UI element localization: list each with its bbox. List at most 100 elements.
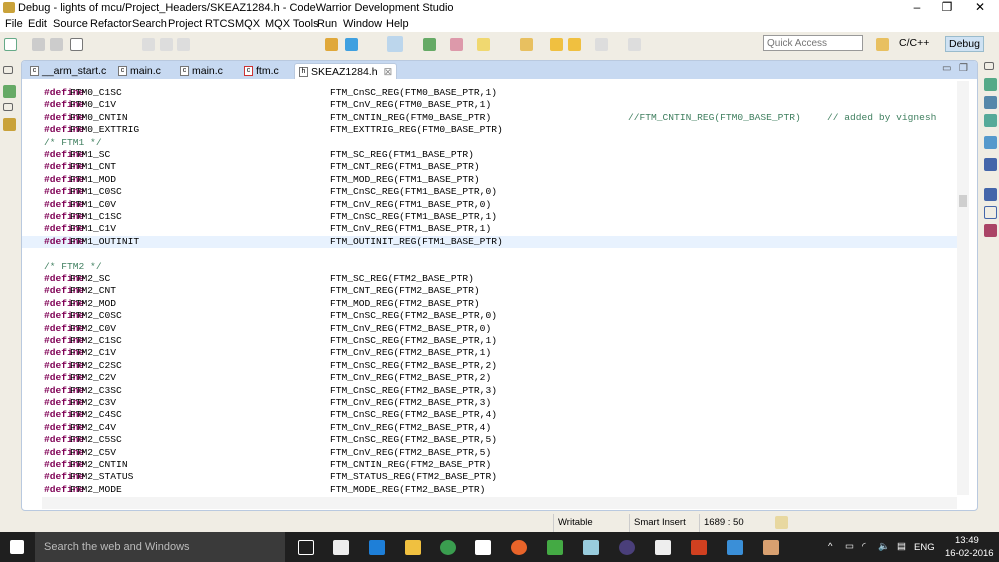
- code-area[interactable]: #define FTM0_C1SC FTM_CnSC_REG(FTM0_BASE_P…: [22, 81, 957, 507]
- tools-icon[interactable]: [547, 540, 563, 555]
- debug-icon[interactable]: [423, 38, 436, 51]
- code-line[interactable]: #define FTM2_C4SC FTM_CnSC_REG(FTM2_BASE_P…: [22, 409, 957, 421]
- windows-start-icon[interactable]: [10, 540, 24, 554]
- status-icon[interactable]: [775, 516, 788, 529]
- code-line[interactable]: #define FTM1_SC FTM_SC_REG(FTM1_BASE_PTR): [22, 149, 957, 161]
- restore-view-icon[interactable]: [3, 66, 13, 74]
- code-line[interactable]: #define FTM1_MOD FTM_MOD_REG(FTM1_BASE_PTR…: [22, 174, 957, 186]
- code-line[interactable]: #define FTM2_MOD FTM_MOD_REG(FTM2_BASE_PTR…: [22, 298, 957, 310]
- menu-help[interactable]: Help: [386, 18, 409, 30]
- pin-editor-icon[interactable]: [628, 38, 641, 51]
- office-icon[interactable]: [691, 540, 707, 555]
- menu-source[interactable]: Source: [53, 18, 88, 30]
- tab-main-c-2[interactable]: c main.c: [176, 63, 227, 79]
- save-icon[interactable]: [32, 38, 45, 51]
- code-line[interactable]: #define FTM0_CNTIN FTM_CNTIN_REG(FTM0_BASE…: [22, 112, 957, 124]
- battery-icon[interactable]: ▭: [845, 541, 854, 552]
- menu-mqx-tools[interactable]: MQX Tools: [265, 18, 319, 30]
- vertical-scrollbar[interactable]: [957, 81, 969, 495]
- next-annotation-icon[interactable]: [520, 38, 533, 51]
- code-line[interactable]: #define FTM2_MODE FTM_MODE_REG(FTM2_BASE_P…: [22, 484, 957, 496]
- resume-icon[interactable]: [142, 38, 155, 51]
- code-line[interactable]: #define FTM2_C4V FTM_CnV_REG(FTM2_BASE_PTR…: [22, 422, 957, 434]
- clock-time[interactable]: 13:49: [955, 535, 979, 546]
- app-icon[interactable]: [333, 540, 349, 555]
- menu-search[interactable]: Search: [132, 18, 167, 30]
- close-tab-icon[interactable]: ⊠: [384, 66, 393, 78]
- code-line[interactable]: #define FTM1_CNT FTM_CNT_REG(FTM1_BASE_PTR…: [22, 161, 957, 173]
- minimize-button[interactable]: –: [902, 0, 932, 14]
- code-line[interactable]: #define FTM1_C0SC FTM_CnSC_REG(FTM1_BASE_P…: [22, 186, 957, 198]
- last-edit-icon[interactable]: [550, 38, 563, 51]
- code-line[interactable]: #define FTM1_C0V FTM_CnV_REG(FTM1_BASE_PTR…: [22, 199, 957, 211]
- code-line[interactable]: #define FTM2_CNT FTM_CNT_REG(FTM2_BASE_PTR…: [22, 285, 957, 297]
- code-line[interactable]: #define FTM2_C1SC FTM_CnSC_REG(FTM2_BASE_P…: [22, 335, 957, 347]
- store-icon[interactable]: [475, 540, 491, 555]
- scrollbar-thumb[interactable]: [959, 195, 967, 207]
- code-line[interactable]: #define FTM2_C0V FTM_CnV_REG(FTM2_BASE_PTR…: [22, 323, 957, 335]
- quick-access-input[interactable]: [763, 35, 863, 51]
- taskbar-search[interactable]: Search the web and Windows: [35, 532, 285, 562]
- debug-view-icon[interactable]: [3, 85, 16, 98]
- code-line[interactable]: #define FTM2_C2SC FTM_CnSC_REG(FTM2_BASE_P…: [22, 360, 957, 372]
- menu-run[interactable]: Run: [317, 18, 337, 30]
- code-line[interactable]: #define FTM2_C5SC FTM_CnSC_REG(FTM2_BASE_P…: [22, 434, 957, 446]
- code-line[interactable]: #define FTM2_C0SC FTM_CnSC_REG(FTM2_BASE_P…: [22, 310, 957, 322]
- tab-ftm-c[interactable]: c ftm.c: [240, 63, 283, 79]
- code-line[interactable]: #define FTM2_C3V FTM_CnV_REG(FTM2_BASE_PTR…: [22, 397, 957, 409]
- code-line[interactable]: /* FTM1 */: [22, 137, 957, 149]
- save-all-icon[interactable]: [50, 38, 63, 51]
- code-line[interactable]: #define FTM2_SC FTM_SC_REG(FTM2_BASE_PTR): [22, 273, 957, 285]
- code-line[interactable]: #define FTM1_C1SC FTM_CnSC_REG(FTM1_BASE_P…: [22, 211, 957, 223]
- restore-view-icon[interactable]: [3, 103, 13, 111]
- highlight-icon[interactable]: [477, 38, 490, 51]
- variables-icon[interactable]: [984, 78, 997, 91]
- file-explorer-icon[interactable]: [405, 540, 421, 555]
- forward-icon[interactable]: [595, 38, 608, 51]
- code-line[interactable]: [22, 248, 957, 260]
- control-panel-icon[interactable]: [727, 540, 743, 555]
- new-icon[interactable]: [4, 38, 17, 51]
- code-line[interactable]: #define FTM2_C5V FTM_CnV_REG(FTM2_BASE_PTR…: [22, 447, 957, 459]
- calculator-icon[interactable]: [655, 540, 671, 555]
- suspend-icon[interactable]: [160, 38, 173, 51]
- photo-app-icon[interactable]: [763, 540, 779, 555]
- language-indicator[interactable]: ENG: [914, 542, 935, 553]
- flash-icon[interactable]: [345, 38, 358, 51]
- clock-date[interactable]: 16-02-2016: [945, 548, 994, 559]
- volume-icon[interactable]: 🔈: [878, 541, 890, 552]
- perspective-debug-button[interactable]: Debug: [945, 36, 984, 52]
- code-line[interactable]: #define FTM0_C1V FTM_CnV_REG(FTM0_BASE_PTR…: [22, 99, 957, 111]
- console-icon[interactable]: [984, 188, 997, 201]
- terminate-icon[interactable]: [177, 38, 190, 51]
- project-explorer-icon[interactable]: [3, 118, 16, 131]
- build-icon[interactable]: [70, 38, 83, 51]
- code-line[interactable]: #define FTM2_C1V FTM_CnV_REG(FTM2_BASE_PTR…: [22, 347, 957, 359]
- code-line[interactable]: #define FTM0_C1SC FTM_CnSC_REG(FTM0_BASE_P…: [22, 87, 957, 99]
- skip-breakpoints-icon[interactable]: [387, 36, 403, 52]
- chrome-icon[interactable]: [440, 540, 456, 555]
- horizontal-scrollbar[interactable]: [42, 497, 957, 509]
- code-line[interactable]: #define FTM1_C1V FTM_CnV_REG(FTM1_BASE_PTR…: [22, 223, 957, 235]
- open-perspective-icon[interactable]: [876, 38, 889, 51]
- notepad-icon[interactable]: [583, 540, 599, 555]
- code-line[interactable]: #define FTM0_EXTTRIG FTM_EXTTRIG_REG(FTM0_…: [22, 124, 957, 136]
- outline-icon[interactable]: [984, 136, 997, 149]
- minimize-editor-icon[interactable]: ▭: [942, 63, 951, 74]
- maximize-editor-icon[interactable]: ❐: [959, 63, 968, 74]
- tray-expand-icon[interactable]: ^: [828, 541, 832, 552]
- tab-skeaz1284-h[interactable]: h SKEAZ1284.h ⊠: [294, 63, 398, 79]
- menu-project[interactable]: Project: [168, 18, 202, 30]
- menu-rtcs[interactable]: RTCS: [205, 18, 235, 30]
- notifications-icon[interactable]: ▤: [897, 541, 906, 552]
- menu-edit[interactable]: Edit: [28, 18, 47, 30]
- restore-button[interactable]: ❐: [932, 0, 962, 14]
- wifi-icon[interactable]: ◜: [862, 541, 866, 552]
- code-line[interactable]: #define FTM1_OUTINIT FTM_OUTINIT_REG(FTM1_…: [22, 235, 957, 249]
- code-line[interactable]: #define FTM2_C3SC FTM_CnSC_REG(FTM2_BASE_P…: [22, 385, 957, 397]
- perspective-cc-button[interactable]: C/C++: [896, 36, 932, 50]
- run-icon[interactable]: [450, 38, 463, 51]
- code-line[interactable]: #define FTM2_STATUS FTM_STATUS_REG(FTM2_BA…: [22, 471, 957, 483]
- task-view-icon[interactable]: [298, 540, 314, 555]
- code-line[interactable]: #define FTM2_CNTIN FTM_CNTIN_REG(FTM2_BASE…: [22, 459, 957, 471]
